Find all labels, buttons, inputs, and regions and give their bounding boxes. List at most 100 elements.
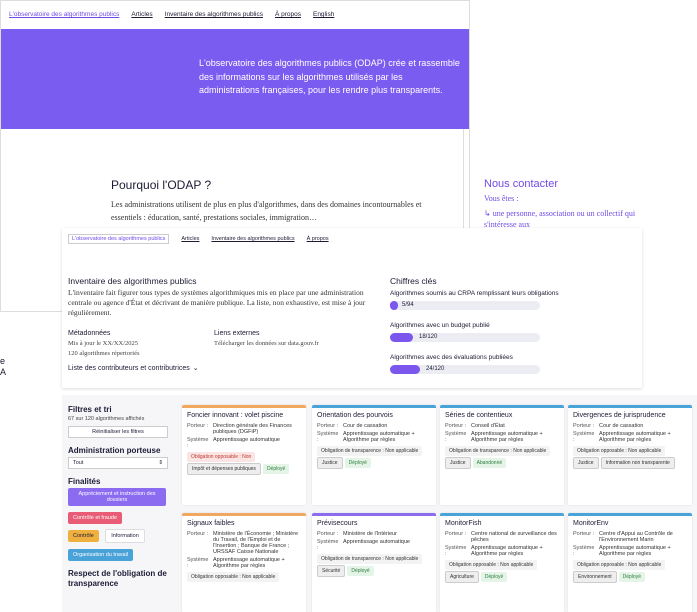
card-title: Séries de contentieux — [445, 412, 513, 419]
algorithm-card[interactable]: Orientation des pourvois Porteur : Cour de… — [312, 405, 436, 505]
metadata-title: Métadonnées — [68, 330, 111, 337]
contributors-toggle[interactable]: Liste des contributeurs et contributrice… — [68, 364, 199, 373]
nav-link-about[interactable]: À propos — [275, 11, 301, 18]
metadata-count: 120 algorithmes répertoriés — [68, 350, 140, 357]
card-tag: Impôt et dépenses publiques — [187, 463, 261, 475]
algorithm-card[interactable]: Foncier innovant : volet piscine Porteur … — [182, 405, 306, 505]
stats-title: Chiffres clés — [390, 276, 437, 286]
card-porteur: Porteur : Centre national de surveillance… — [445, 531, 557, 543]
card-tag: Obligation opposable : Non applicable — [445, 560, 538, 570]
card-tag: Déployé — [344, 458, 371, 468]
external-links-title: Liens externes — [214, 330, 260, 337]
filters-title: Filtres et tri — [68, 405, 112, 414]
hero-divider — [463, 129, 464, 229]
card-tags: Obligation opposable : Non applicableJus… — [573, 445, 687, 469]
nav2-link-about[interactable]: À propos — [307, 236, 329, 242]
card-tag: Obligation opposable : Non applicable — [573, 560, 666, 570]
card-title: Orientation des pourvois — [317, 412, 393, 419]
card-system: Système : Apprentissage automatique + Alg… — [187, 557, 285, 569]
stat-bar: 18/120 — [390, 333, 540, 342]
card-porteur: Porteur : Ministère de l'Économie ; Minis… — [187, 531, 299, 555]
inventory-text: L'inventaire fait figurer tous types de … — [68, 288, 366, 317]
card-tag: Obligation opposable : Non applicable — [187, 572, 280, 582]
card-tag: Déployé — [480, 572, 508, 582]
stat-bar: 5/94 — [390, 301, 540, 310]
card-system: Système : Apprentissage automatique + Alg… — [445, 545, 543, 557]
catalog-screenshot: Filtres et tri 67 sur 120 algorithmes af… — [62, 395, 697, 612]
card-tag: Abandonné — [472, 458, 507, 468]
card-porteur: Porteur : Centre d'Appui au Contrôle de l… — [573, 531, 673, 543]
card-tags: Obligation opposable : Non applicableAgr… — [445, 559, 559, 583]
algorithm-card[interactable]: MonitorEnv Porteur : Centre d'Appui au Con… — [568, 513, 692, 612]
contact-option[interactable]: ↳ une personne, association ou un collec… — [484, 208, 649, 230]
card-tag: Obligation de transparence : Non applica… — [445, 446, 551, 456]
chip-information[interactable]: Information — [105, 529, 145, 543]
metadata-updated: Mis à jour le XX/XX/2025 — [68, 340, 139, 347]
inventory-screenshot: L'observatoire des algorithmes publics A… — [62, 228, 642, 388]
nav2-link-articles[interactable]: Articles — [181, 236, 199, 242]
why-title: Pourquoi l'ODAP ? — [111, 178, 212, 192]
card-system: Système : Apprentissage automatique + Alg… — [573, 545, 671, 557]
hero-banner: L'observatoire des algorithmes publics (… — [1, 29, 469, 129]
nav-link-english[interactable]: English — [313, 11, 334, 18]
card-tag: Sécurité — [317, 565, 346, 577]
card-system: Système : Apprentissage automatique + Alg… — [317, 431, 415, 443]
card-tag: Justice — [317, 457, 343, 469]
algorithm-card[interactable]: MonitorFish Porteur : Centre national de s… — [440, 513, 564, 612]
card-title: Foncier innovant : volet piscine — [187, 412, 284, 419]
inventory-nav: L'observatoire des algorithmes publics A… — [68, 234, 329, 244]
respect-label: Respect de l'obligation de transparence — [68, 569, 167, 588]
chevron-down-icon: ⌄ — [192, 365, 199, 372]
algorithm-card[interactable]: Prévisecours Porteur : Ministère de l'Inté… — [312, 513, 436, 612]
card-porteur: Porteur : Conseil d'État — [445, 423, 505, 429]
card-title: Prévisecours — [317, 520, 358, 527]
reset-filters-button[interactable]: Réinitialiser les filtres — [68, 426, 168, 438]
nav-link-inventory[interactable]: Inventaire des algorithmes publics — [165, 11, 263, 18]
card-tags: Obligation de transparence : Non applica… — [445, 445, 559, 469]
chip-instruction[interactable]: Appréciement et instruction des dossiers — [68, 488, 166, 506]
contact-youare: Vous êtes : — [484, 194, 519, 203]
download-data-link[interactable]: Télécharger les données sur data.gouv.fr — [214, 340, 319, 347]
card-tag: Environnement — [573, 571, 617, 583]
algorithm-card[interactable]: Séries de contentieux Porteur : Conseil d'… — [440, 405, 564, 505]
stat-budget: Algorithmes avec un budget publié 18/120 — [390, 322, 540, 342]
cutoff-fragment: e A — [0, 356, 7, 377]
filters-panel: Filtres et tri 67 sur 120 algorithmes af… — [68, 405, 168, 589]
card-tag: Obligation de transparence : Non applica… — [317, 446, 423, 456]
card-tag: Déployé — [618, 572, 645, 582]
card-tags: Obligation opposable : Non applicable — [187, 571, 301, 582]
card-title: MonitorFish — [445, 520, 482, 527]
algorithm-card[interactable]: Divergences de jurisprudence Porteur : Cou… — [568, 405, 692, 505]
card-title: MonitorEnv — [573, 520, 609, 527]
chip-organisation[interactable]: Organisation du travail — [68, 549, 134, 561]
admin-select[interactable]: Tout ⇕ — [68, 457, 168, 469]
arrow-return-icon: ↳ — [484, 209, 493, 218]
card-tag: Déployé — [262, 464, 290, 474]
top-nav: L'observatoire des algorithmes publics A… — [9, 11, 334, 18]
algorithm-card[interactable]: Signaux faibles Porteur : Ministère de l'É… — [182, 513, 306, 612]
card-tag: Agriculture — [445, 571, 479, 583]
why-text: Les administrations utilisent de plus en… — [111, 200, 422, 222]
select-arrow-icon: ⇕ — [158, 460, 163, 466]
card-system: Système : Apprentissage automatique — [317, 539, 410, 551]
site-brand-link-2[interactable]: L'observatoire des algorithmes publics — [68, 234, 170, 244]
card-tag: Justice — [573, 457, 599, 469]
site-brand-link[interactable]: L'observatoire des algorithmes publics — [9, 11, 119, 18]
card-tag: Déployé — [347, 566, 374, 576]
chip-control[interactable]: Contrôle — [68, 530, 99, 542]
contact-title: Nous contacter — [484, 178, 558, 190]
admin-label: Administration porteuse — [68, 446, 161, 455]
card-tag: Information non transparente — [600, 457, 675, 469]
card-title: Signaux faibles — [187, 520, 235, 527]
nav2-link-inventory[interactable]: Inventaire des algorithmes publics — [211, 236, 294, 242]
finalites-chips: Appréciement et instruction des dossiers… — [68, 488, 168, 561]
card-porteur: Porteur : Cour de cassation — [317, 423, 388, 429]
contact-panel: Nous contacter Vous êtes : ↳ une personn… — [472, 130, 697, 230]
card-system: Système : Apprentissage automatique + Alg… — [573, 431, 671, 443]
card-tag: Obligation opposable : Non — [187, 452, 256, 462]
card-tag: Obligation opposable : Non applicable — [573, 446, 666, 456]
card-tags: Obligation de transparence : Non applica… — [317, 553, 431, 577]
nav-link-articles[interactable]: Articles — [131, 11, 152, 18]
card-tags: Obligation de transparence : Non applica… — [317, 445, 431, 469]
chip-fraud[interactable]: Contrôle et fraude — [68, 512, 123, 524]
